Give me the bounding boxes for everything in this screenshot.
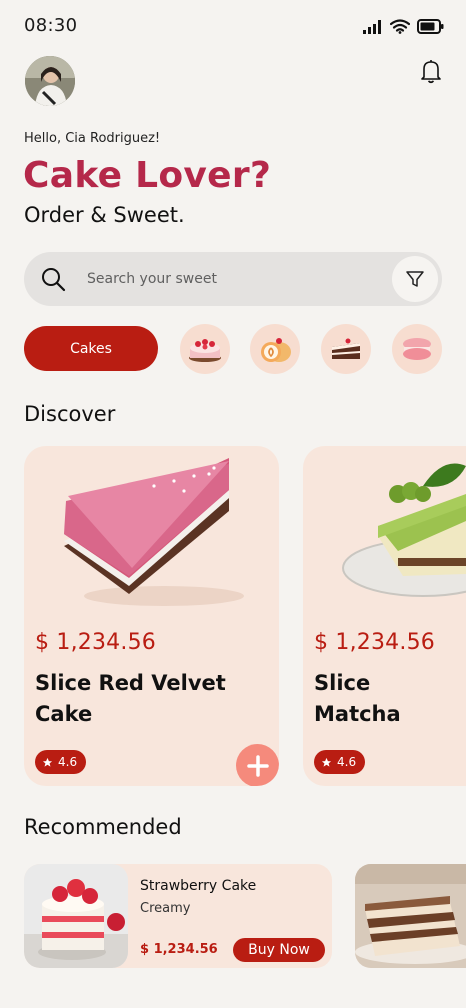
recommended-name: Strawberry Cake [140, 878, 257, 894]
search-input[interactable] [87, 267, 367, 291]
product-name: Slice Matcha [314, 671, 401, 726]
plus-icon [246, 754, 269, 777]
category-cake-slice[interactable] [321, 324, 371, 374]
page-title: Cake Lover? [23, 155, 272, 196]
cake-slice-icon [332, 338, 360, 359]
rating-badge: 4.6 [314, 750, 366, 774]
recommended-subtitle: Creamy [140, 901, 191, 916]
filter-button[interactable] [392, 256, 438, 302]
macaron-icon [403, 338, 431, 360]
rating-value: 4.6 [58, 755, 78, 769]
strawberry-cake-icon [189, 339, 221, 362]
avatar[interactable] [25, 56, 75, 106]
star-icon [42, 757, 53, 767]
search-bar [24, 252, 442, 306]
status-bar: 08:30 [0, 0, 466, 50]
greeting-text: Hello, Cia Rodriguez! [24, 131, 161, 146]
battery-icon [417, 19, 444, 34]
buy-now-button[interactable]: Buy Now [233, 938, 325, 962]
matcha-cake-image [342, 463, 466, 597]
rating-badge: 4.6 [35, 750, 87, 774]
product-card[interactable]: $ 1,234.56 Slice Matcha 4.6 [303, 446, 466, 786]
category-strawberry-cake[interactable] [180, 324, 230, 374]
swiss-roll-icon [261, 338, 291, 362]
product-card[interactable]: $ 1,234.56 Slice Red Velvet Cake 4.6 [24, 446, 279, 786]
category-swiss-roll[interactable] [250, 324, 300, 374]
status-time: 08:30 [24, 15, 78, 36]
category-macaron[interactable] [392, 324, 442, 374]
product-price: $ 1,234.56 [314, 630, 435, 655]
wifi-icon [390, 19, 410, 34]
signal-icon [363, 19, 381, 34]
recommended-price: $ 1,234.56 [140, 942, 218, 957]
recommended-title: Recommended [24, 815, 182, 839]
bell-icon[interactable] [418, 58, 444, 84]
product-name: Slice Red Velvet Cake [35, 671, 226, 726]
search-icon [42, 268, 66, 292]
status-icons [363, 19, 444, 34]
rating-value: 4.6 [337, 755, 357, 769]
filter-icon [406, 271, 424, 287]
page-subtitle: Order & Sweet. [24, 203, 185, 227]
red-velvet-cake-image [64, 458, 244, 606]
recommended-card[interactable]: Strawberry Cake Creamy $ 1,234.56 Buy No… [24, 864, 332, 968]
strawberry-cake-image [24, 864, 128, 968]
tiramisu-image [355, 864, 466, 968]
category-cakes-button[interactable]: Cakes [24, 326, 158, 371]
product-price: $ 1,234.56 [35, 630, 156, 655]
star-icon [321, 757, 332, 767]
discover-title: Discover [24, 402, 116, 426]
recommended-card[interactable] [355, 864, 466, 968]
add-to-cart-button[interactable] [236, 744, 279, 786]
